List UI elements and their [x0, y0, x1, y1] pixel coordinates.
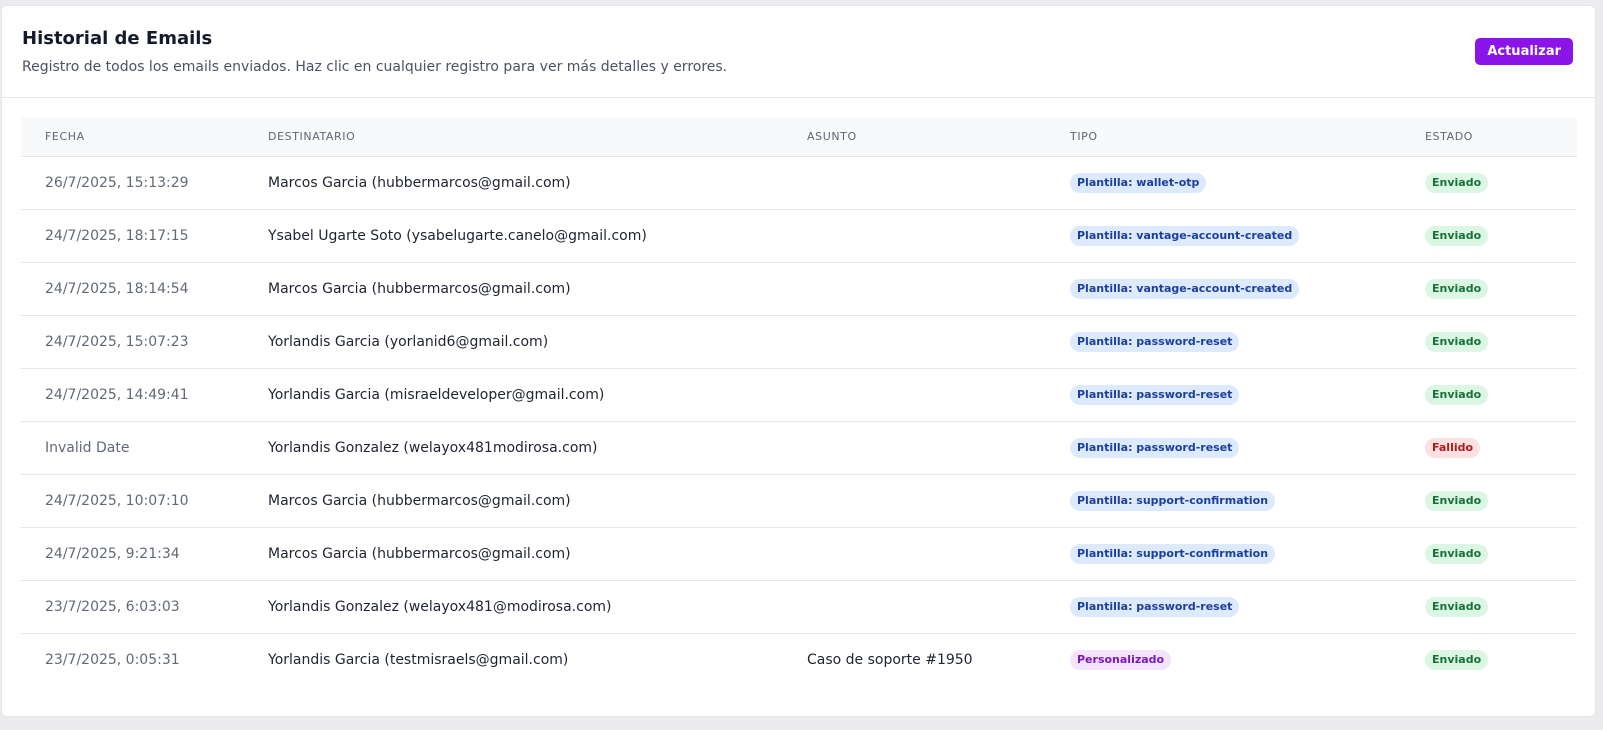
cell-asunto: [783, 580, 1046, 634]
status-badge: Enviado: [1425, 225, 1489, 246]
cell-fecha: 24/7/2025, 15:07:23: [21, 315, 244, 369]
column-header-tipo[interactable]: TIPO: [1046, 117, 1401, 157]
cell-tipo: Plantilla: support-confirmation: [1046, 527, 1401, 581]
type-badge: Plantilla: support-confirmation: [1070, 543, 1276, 564]
cell-asunto: [783, 156, 1046, 210]
table-row[interactable]: 24/7/2025, 18:14:54 Marcos Garcia (hubber…: [21, 262, 1577, 316]
cell-fecha: Invalid Date: [21, 421, 244, 475]
cell-fecha: 24/7/2025, 18:17:15: [21, 209, 244, 263]
cell-fecha: 24/7/2025, 14:49:41: [21, 368, 244, 422]
cell-estado: Enviado: [1401, 315, 1577, 369]
type-badge: Plantilla: password-reset: [1070, 384, 1240, 405]
card-header: Historial de Emails Registro de todos lo…: [2, 6, 1595, 98]
cell-destinatario: Marcos Garcia (hubbermarcos@gmail.com): [244, 262, 783, 316]
cell-estado: Enviado: [1401, 368, 1577, 422]
status-badge: Enviado: [1425, 596, 1489, 617]
type-badge: Plantilla: vantage-account-created: [1070, 225, 1300, 246]
status-badge: Enviado: [1425, 384, 1489, 405]
status-badge: Enviado: [1425, 331, 1489, 352]
status-badge: Enviado: [1425, 649, 1489, 670]
cell-destinatario: Yorlandis Gonzalez (welayox481modirosa.c…: [244, 421, 783, 475]
cell-destinatario: Marcos Garcia (hubbermarcos@gmail.com): [244, 156, 783, 210]
cell-tipo: Plantilla: password-reset: [1046, 368, 1401, 422]
type-badge: Plantilla: vantage-account-created: [1070, 278, 1300, 299]
status-badge: Enviado: [1425, 278, 1489, 299]
cell-destinatario: Yorlandis Garcia (testmisraels@gmail.com…: [268, 651, 569, 668]
type-badge: Personalizado: [1070, 649, 1172, 670]
status-badge: Enviado: [1425, 172, 1489, 193]
type-badge: Plantilla: password-reset: [1070, 437, 1240, 458]
cell-estado: Enviado: [1401, 262, 1577, 316]
cell-tipo: Plantilla: password-reset: [1046, 315, 1401, 369]
cell-destinatario: Yorlandis Garcia (yorlanid6@gmail.com): [244, 315, 783, 369]
cell-destinatario: Yorlandis Garcia (misraeldeveloper@gmail…: [244, 368, 783, 422]
cell-tipo: Plantilla: wallet-otp: [1046, 156, 1401, 210]
cell-fecha: 26/7/2025, 15:13:29: [21, 156, 244, 210]
cell-asunto: [783, 262, 1046, 316]
cell-asunto: [783, 368, 1046, 422]
type-badge: Plantilla: wallet-otp: [1070, 172, 1207, 193]
column-header-estado[interactable]: ESTADO: [1401, 117, 1577, 157]
table-row[interactable]: 24/7/2025, 18:17:15 Ysabel Ugarte Soto (y…: [21, 209, 1577, 263]
cell-asunto: [783, 315, 1046, 369]
cell-tipo: Personalizado: [1046, 633, 1401, 686]
table-row[interactable]: 23/7/2025, 0:05:31 Yorlandis Garcia (test…: [21, 633, 1577, 686]
cell-asunto: [783, 209, 1046, 263]
column-header-fecha[interactable]: FECHA: [21, 117, 244, 157]
table-row[interactable]: Invalid Date Yorlandis Gonzalez (welayox4…: [21, 421, 1577, 475]
type-badge: Plantilla: support-confirmation: [1070, 490, 1276, 511]
cell-asunto: [783, 421, 1046, 475]
email-log-table: FECHA DESTINATARIO ASUNTO TIPO ESTADO 26…: [21, 117, 1577, 686]
table-row[interactable]: 24/7/2025, 9:21:34 Marcos Garcia (hubberm…: [21, 527, 1577, 581]
cell-asunto: Caso de soporte #1950: [807, 651, 973, 668]
cell-tipo: Plantilla: password-reset: [1046, 421, 1401, 475]
table-header-row: FECHA DESTINATARIO ASUNTO TIPO ESTADO: [21, 117, 1577, 157]
cell-destinatario: Marcos Garcia (hubbermarcos@gmail.com): [244, 527, 783, 581]
table-row[interactable]: 24/7/2025, 10:07:10 Marcos Garcia (hubber…: [21, 474, 1577, 528]
cell-asunto: [783, 474, 1046, 528]
cell-asunto: [783, 527, 1046, 581]
table-row[interactable]: 26/7/2025, 15:13:29 Marcos Garcia (hubber…: [21, 156, 1577, 210]
cell-tipo: Plantilla: support-confirmation: [1046, 474, 1401, 528]
cell-fecha: 24/7/2025, 9:21:34: [21, 527, 244, 581]
page-description: Registro de todos los emails enviados. H…: [22, 59, 728, 75]
table-row[interactable]: 24/7/2025, 15:07:23 Yorlandis Garcia (yor…: [21, 315, 1577, 369]
page-title: Historial de Emails: [22, 28, 213, 49]
cell-estado: Enviado: [1401, 156, 1577, 210]
status-badge: Fallido: [1425, 437, 1481, 458]
type-badge: Plantilla: password-reset: [1070, 331, 1240, 352]
status-badge: Enviado: [1425, 543, 1489, 564]
cell-destinatario: Marcos Garcia (hubbermarcos@gmail.com): [244, 474, 783, 528]
cell-estado: Enviado: [1401, 209, 1577, 263]
cell-fecha: 24/7/2025, 18:14:54: [21, 262, 244, 316]
cell-estado: Enviado: [1401, 527, 1577, 581]
table-row[interactable]: 23/7/2025, 6:03:03 Yorlandis Gonzalez (we…: [21, 580, 1577, 634]
email-history-card: Historial de Emails Registro de todos lo…: [1, 5, 1596, 717]
column-header-asunto[interactable]: ASUNTO: [783, 117, 1046, 157]
cell-destinatario: Ysabel Ugarte Soto (ysabelugarte.canelo@…: [244, 209, 783, 263]
cell-fecha: 23/7/2025, 0:05:31: [45, 651, 180, 668]
cell-tipo: Plantilla: vantage-account-created: [1046, 209, 1401, 263]
refresh-button[interactable]: Actualizar: [1475, 38, 1573, 65]
column-header-destinatario[interactable]: DESTINATARIO: [244, 117, 783, 157]
cell-fecha: 23/7/2025, 6:03:03: [21, 580, 244, 634]
table-row[interactable]: 24/7/2025, 14:49:41 Yorlandis Garcia (mis…: [21, 368, 1577, 422]
cell-estado: Enviado: [1401, 633, 1577, 686]
cell-estado: Enviado: [1401, 474, 1577, 528]
status-badge: Enviado: [1425, 490, 1489, 511]
cell-estado: Enviado: [1401, 580, 1577, 634]
type-badge: Plantilla: password-reset: [1070, 596, 1240, 617]
cell-estado: Fallido: [1401, 421, 1577, 475]
cell-tipo: Plantilla: password-reset: [1046, 580, 1401, 634]
cell-tipo: Plantilla: vantage-account-created: [1046, 262, 1401, 316]
cell-destinatario: Yorlandis Gonzalez (welayox481@modirosa.…: [244, 580, 783, 634]
cell-fecha: 24/7/2025, 10:07:10: [21, 474, 244, 528]
